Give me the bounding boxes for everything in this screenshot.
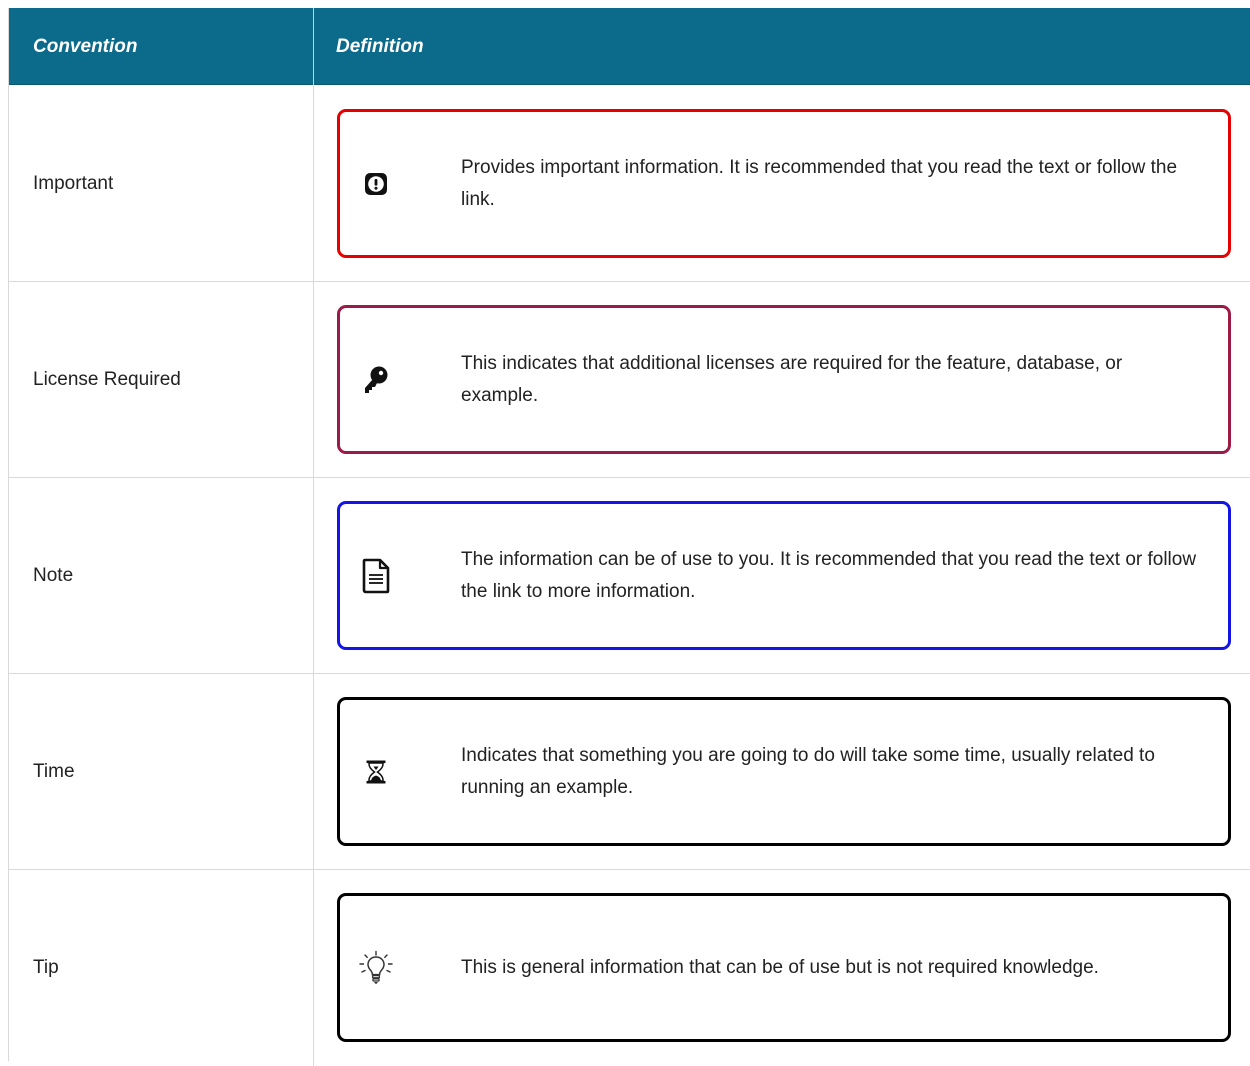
exclamation-icon bbox=[356, 162, 396, 206]
convention-cell: Important bbox=[33, 173, 114, 194]
definition-text: Indicates that something you are going t… bbox=[461, 744, 1155, 798]
column-divider bbox=[313, 282, 314, 477]
conventions-table: Convention Definition Important Provides… bbox=[8, 8, 1250, 1066]
definition-text: The information can be of use to you. It… bbox=[461, 548, 1197, 602]
definition-text: This indicates that additional licenses … bbox=[461, 352, 1123, 406]
column-divider bbox=[313, 674, 314, 869]
definition-text: This is general information that can be … bbox=[461, 956, 1099, 978]
table-row-important: Important Provides important information… bbox=[9, 86, 1250, 282]
table-row-license-required: License Required This indicates that add… bbox=[9, 282, 1250, 478]
definition-text: Provides important information. It is re… bbox=[461, 156, 1178, 210]
convention-cell: License Required bbox=[33, 369, 181, 390]
document-icon bbox=[356, 554, 396, 598]
important-callout-box: Provides important information. It is re… bbox=[337, 109, 1231, 258]
convention-cell: Tip bbox=[33, 957, 59, 978]
header-column-divider bbox=[313, 8, 314, 85]
note-callout-box: The information can be of use to you. It… bbox=[337, 501, 1231, 650]
table-row-note: Note The information can be of use to yo… bbox=[9, 478, 1250, 674]
key-icon bbox=[356, 358, 396, 402]
license-callout-box: This indicates that additional licenses … bbox=[337, 305, 1231, 454]
column-divider bbox=[313, 86, 314, 281]
table-row-time: Time Indicates that something you are go… bbox=[9, 674, 1250, 870]
header-convention: Convention bbox=[33, 36, 138, 57]
time-callout-box: Indicates that something you are going t… bbox=[337, 697, 1231, 846]
table-header: Convention Definition bbox=[9, 8, 1250, 85]
lightbulb-icon bbox=[356, 946, 396, 990]
header-definition: Definition bbox=[336, 36, 424, 57]
column-divider bbox=[313, 478, 314, 673]
tip-callout-box: This is general information that can be … bbox=[337, 893, 1231, 1042]
convention-cell: Note bbox=[33, 565, 74, 586]
column-divider bbox=[313, 870, 314, 1066]
convention-cell: Time bbox=[33, 761, 75, 782]
table-row-tip: Tip This is general information that can… bbox=[9, 870, 1250, 1066]
hourglass-icon bbox=[356, 750, 396, 794]
